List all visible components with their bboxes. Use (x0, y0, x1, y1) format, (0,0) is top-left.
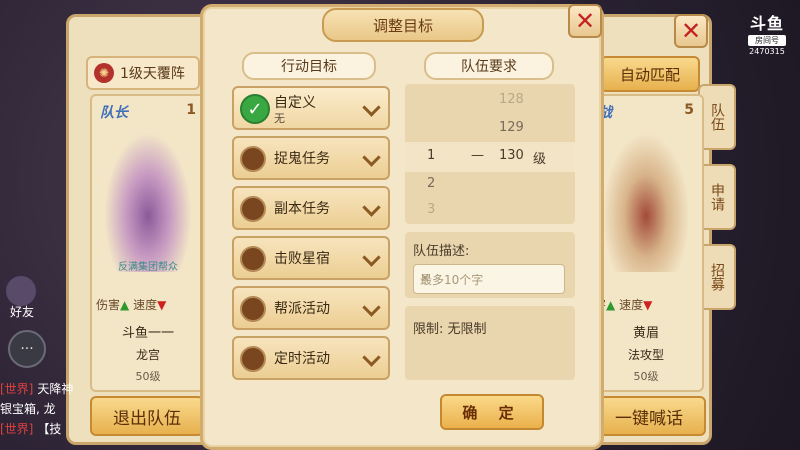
radio-icon (240, 146, 266, 172)
member-level: 50级 (135, 370, 161, 383)
member-slot: 5 (684, 102, 694, 118)
douyu-logo: 斗鱼 (749, 14, 784, 33)
limit-panel: 限制: 无限制 (405, 306, 575, 380)
chevron-down-icon (362, 98, 381, 117)
douyu-watermark: 斗鱼 房间号 2470315 (744, 10, 790, 56)
goal-label: 捉鬼任务 (274, 151, 330, 167)
member-name: 斗鱼一一 (121, 326, 174, 341)
member-guild-tag: 反满集团帮众 (118, 262, 178, 273)
member-card-leader[interactable]: 队长 1 反满集团帮众 伤害▲ 速度▼ 斗鱼一一 龙宫 50级 (90, 94, 206, 392)
member-role: 队长 (100, 105, 128, 121)
formation-label: 1级天覆阵 (120, 66, 185, 82)
level-option[interactable]: 3 (427, 202, 435, 217)
level-unit: 级 (533, 152, 547, 167)
goal-label: 帮派活动 (274, 301, 330, 317)
chat-icon[interactable]: ··· (8, 330, 46, 368)
character-portrait (602, 132, 690, 272)
goal-custom[interactable]: ✓ 自定义 无 (232, 86, 390, 130)
team-req-section-title: 队伍要求 (424, 52, 554, 80)
chat-line: [世界] 天降神 (0, 382, 74, 396)
member-name: 黄眉 (632, 326, 659, 341)
friend-avatar[interactable] (6, 276, 36, 306)
goal-label: 自定义 (274, 95, 316, 111)
radio-icon (240, 246, 266, 272)
radio-icon (240, 196, 266, 222)
chevron-down-icon (362, 248, 381, 267)
member-level: 50级 (633, 370, 659, 383)
goal-label: 副本任务 (274, 201, 330, 217)
member-stats: 伤害▲ 速度▼ (96, 298, 167, 312)
goal-guild-activity[interactable]: 帮派活动 (232, 286, 390, 330)
radio-icon (240, 346, 266, 372)
desc-label: 队伍描述: (413, 244, 470, 259)
room-label: 房间号 (748, 35, 786, 46)
dialog-close-icon[interactable]: ✕ (568, 4, 602, 38)
formation-emblem-icon: ✺ (94, 63, 114, 83)
confirm-button[interactable]: 确 定 (440, 394, 544, 430)
limit-text: 限制: 无限制 (413, 322, 487, 337)
chevron-down-icon (362, 198, 381, 217)
member-school: 法攻型 (627, 348, 664, 362)
chat-line: [世界] 【技 (0, 422, 62, 436)
level-option[interactable]: 2 (427, 176, 435, 191)
member-slot: 1 (186, 102, 196, 118)
team-panel-close-icon[interactable]: ✕ (674, 14, 708, 48)
checkmark-icon: ✓ (240, 94, 270, 124)
level-option[interactable]: 128 (499, 92, 524, 107)
goal-sub: 无 (274, 112, 285, 125)
goal-section-title: 行动目标 (242, 52, 376, 80)
goal-defeat-stars[interactable]: 击败星宿 (232, 236, 390, 280)
team-description-input[interactable]: 最多10个字 ✕ (413, 264, 565, 294)
member-card-5[interactable]: 战 5 害▲ 速度▼ 黄眉 法攻型 50级 (588, 94, 704, 392)
chevron-down-icon (362, 298, 381, 317)
dialog-title: 调整目标 (322, 8, 484, 42)
friends-label: 好友 (10, 305, 35, 319)
goal-label: 击败星宿 (274, 251, 330, 267)
goal-dungeon-task[interactable]: 副本任务 (232, 186, 390, 230)
team-description-panel: 队伍描述: 最多10个字 ✕ (405, 232, 575, 298)
chat-line: 银宝箱, 龙 (0, 402, 56, 416)
member-school: 龙宫 (135, 348, 160, 362)
character-portrait (104, 132, 192, 272)
chevron-down-icon (362, 148, 381, 167)
goal-ghost-task[interactable]: 捉鬼任务 (232, 136, 390, 180)
level-min[interactable]: 1 (427, 148, 435, 163)
level-range-picker[interactable]: 128 129 1 — 130 级 2 3 (405, 84, 575, 224)
auto-match-button[interactable]: 自动匹配 (600, 56, 700, 92)
clear-icon[interactable]: ✕ (420, 271, 560, 285)
formation-selector[interactable]: ✺ 1级天覆阵 (86, 56, 200, 90)
goal-label: 定时活动 (274, 351, 330, 367)
chevron-down-icon (362, 348, 381, 367)
leave-team-button[interactable]: 退出队伍 (90, 396, 204, 436)
level-option[interactable]: 129 (499, 120, 524, 135)
level-dash: — (471, 148, 484, 163)
shout-button[interactable]: 一键喊话 (592, 396, 706, 436)
radio-icon (240, 296, 266, 322)
level-max[interactable]: 130 (499, 148, 524, 163)
goal-timed-activity[interactable]: 定时活动 (232, 336, 390, 380)
room-number: 2470315 (749, 47, 785, 56)
